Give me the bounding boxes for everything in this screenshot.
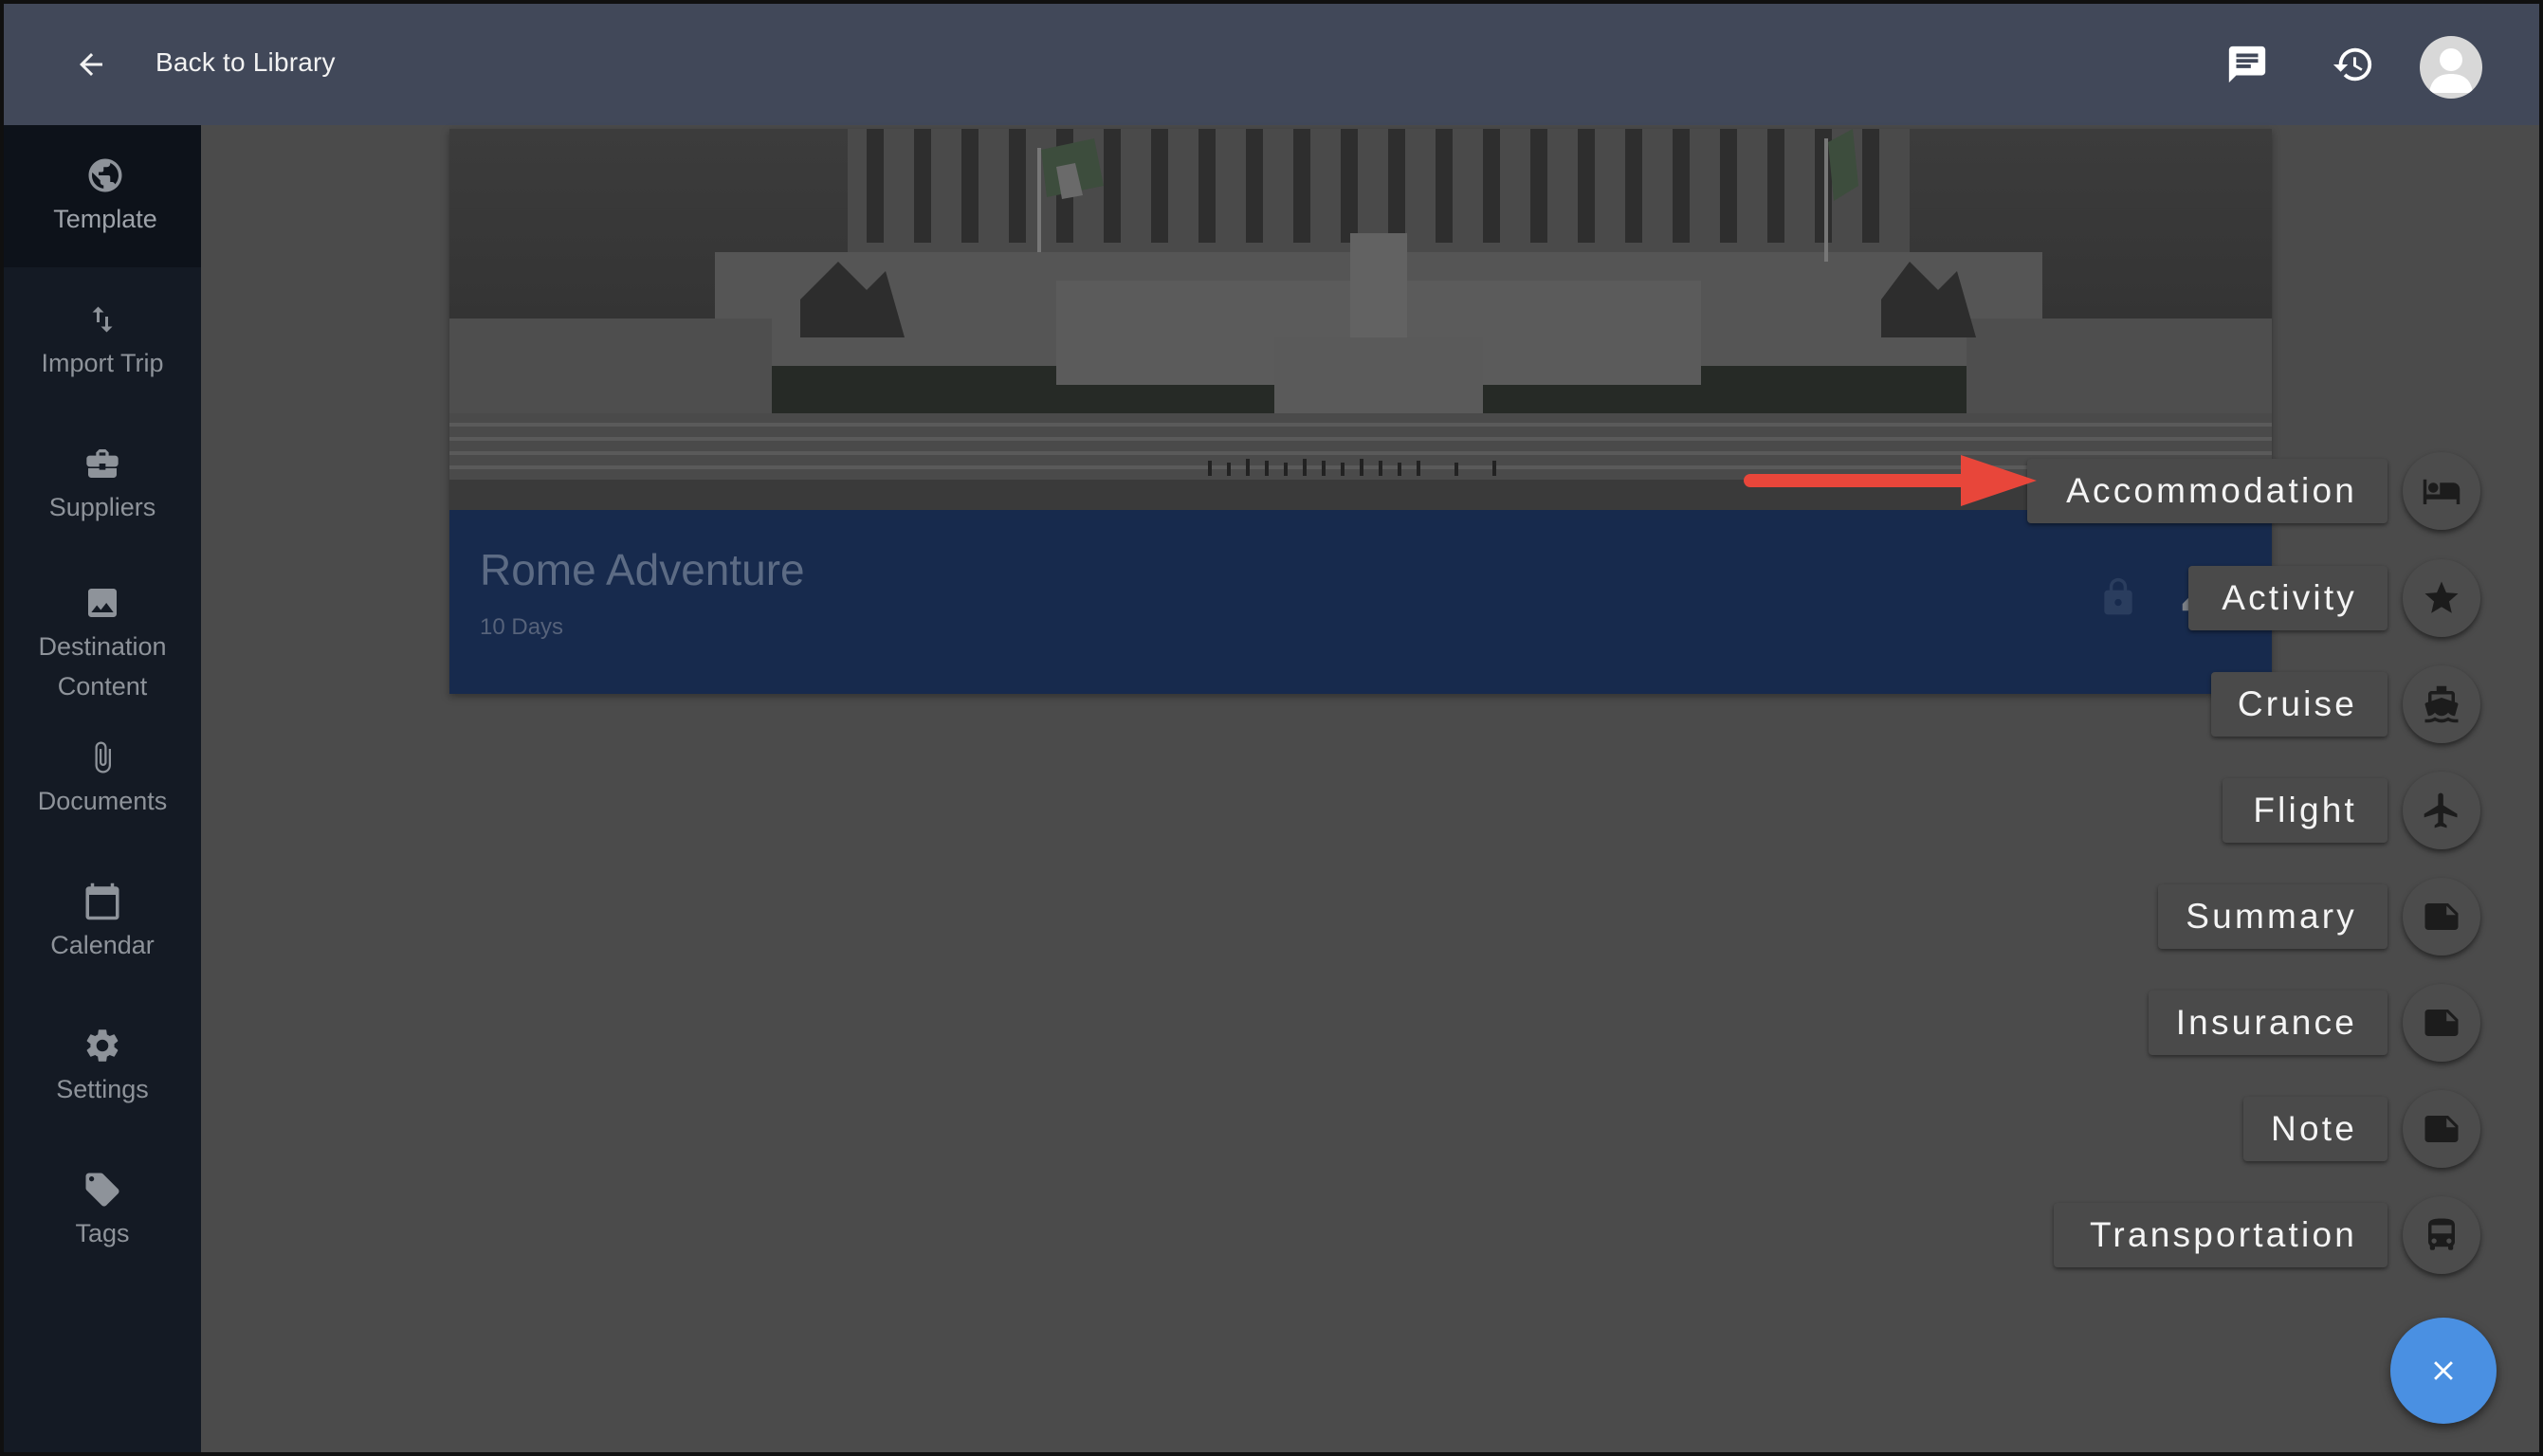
history-icon xyxy=(2333,47,2372,82)
sidebar-item-settings[interactable]: Settings xyxy=(4,995,201,1138)
speed-dial-activity-button[interactable] xyxy=(2403,559,2480,637)
speed-dial-accommodation-label[interactable]: Accommodation xyxy=(2027,459,2387,523)
image-icon xyxy=(81,581,124,625)
sidebar-item-label: Calendar xyxy=(50,931,155,959)
sidebar-item-label: Settings xyxy=(56,1075,149,1103)
sidebar-item-destination-content[interactable]: Destination Content xyxy=(4,563,201,724)
sidebar-item-documents[interactable]: Documents xyxy=(4,707,201,849)
note-icon xyxy=(2424,1116,2459,1142)
sidebar-item-label: Import Trip xyxy=(41,349,164,377)
sidebar-item-suppliers[interactable]: Suppliers xyxy=(4,413,201,555)
globe-icon xyxy=(83,154,127,197)
speed-dial-flight-label[interactable]: Flight xyxy=(2223,778,2387,843)
top-bar: Back to Library xyxy=(4,4,2539,125)
speed-dial-insurance-button[interactable] xyxy=(2403,984,2480,1062)
trip-info-panel: Rome Adventure 10 Days xyxy=(449,510,2272,694)
chat-icon xyxy=(2228,46,2266,83)
speed-dial-note-button[interactable] xyxy=(2403,1090,2480,1168)
close-icon xyxy=(2434,1361,2453,1380)
sidebar-item-import-trip[interactable]: Import Trip xyxy=(4,269,201,411)
ship-icon xyxy=(2424,685,2459,723)
trip-title: Rome Adventure xyxy=(480,545,805,594)
swap-vertical-icon xyxy=(81,298,124,341)
bed-icon xyxy=(2423,479,2461,504)
sidebar: Template Import Trip Suppliers Destinati… xyxy=(4,125,201,1452)
note-icon xyxy=(2424,903,2459,930)
tag-icon xyxy=(81,1168,124,1211)
sidebar-item-label: Destination Content xyxy=(38,632,167,701)
lock-icon xyxy=(2104,577,2132,615)
speed-dial-accommodation-button[interactable] xyxy=(2403,452,2480,530)
note-icon xyxy=(2424,1010,2459,1036)
airplane-icon xyxy=(2424,792,2458,828)
speed-dial-cruise-button[interactable] xyxy=(2403,665,2480,743)
speed-dial-summary-label[interactable]: Summary xyxy=(2158,884,2387,949)
gear-icon xyxy=(81,1024,124,1067)
speed-dial-activity-label[interactable]: Activity xyxy=(2188,566,2387,630)
back-to-library-link[interactable]: Back to Library xyxy=(156,47,336,78)
trip-card[interactable]: Rome Adventure 10 Days xyxy=(449,129,2272,694)
chat-button[interactable] xyxy=(2215,32,2279,97)
sidebar-item-label: Suppliers xyxy=(48,493,156,521)
speed-dial-insurance-label[interactable]: Insurance xyxy=(2149,991,2387,1055)
paperclip-icon xyxy=(81,736,124,779)
back-button[interactable] xyxy=(53,32,129,97)
sidebar-item-tags[interactable]: Tags xyxy=(4,1139,201,1282)
speed-dial-close-button[interactable] xyxy=(2390,1318,2497,1424)
sidebar-item-template[interactable]: Template xyxy=(4,125,201,267)
annotation-arrow xyxy=(1744,455,2037,506)
speed-dial-transportation-label[interactable]: Transportation xyxy=(2054,1203,2387,1267)
speed-dial-note-label[interactable]: Note xyxy=(2243,1097,2387,1161)
sidebar-item-calendar[interactable]: Calendar xyxy=(4,851,201,993)
arrow-left-icon xyxy=(80,53,102,76)
speed-dial-cruise-label[interactable]: Cruise xyxy=(2211,672,2387,737)
avatar[interactable] xyxy=(2420,36,2482,99)
calendar-icon xyxy=(81,880,124,923)
sidebar-item-label: Tags xyxy=(75,1219,130,1247)
sidebar-item-label: Documents xyxy=(37,787,168,815)
app-window: Back to Library Template Import Trip Sup… xyxy=(0,0,2543,1456)
speed-dial-flight-button[interactable] xyxy=(2403,772,2480,849)
speed-dial-transportation-button[interactable] xyxy=(2403,1196,2480,1274)
user-silhouette-icon xyxy=(2429,48,2473,93)
briefcase-icon xyxy=(81,442,124,485)
bus-icon xyxy=(2428,1218,2455,1250)
trip-duration: 10 Days xyxy=(480,614,564,640)
sidebar-item-label: Template xyxy=(53,205,157,233)
history-button[interactable] xyxy=(2321,32,2386,97)
speed-dial-summary-button[interactable] xyxy=(2403,878,2480,956)
star-icon xyxy=(2424,581,2459,613)
